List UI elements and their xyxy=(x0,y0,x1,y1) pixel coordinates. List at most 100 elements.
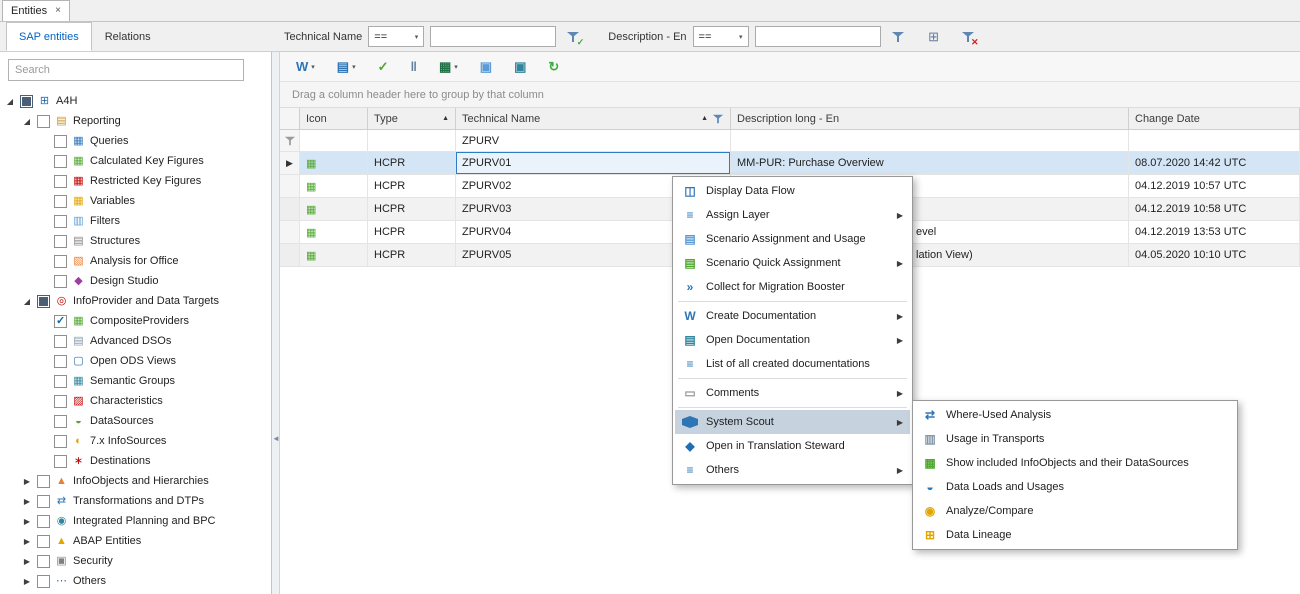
open-documentation-button[interactable]: ▤ ▾ xyxy=(333,55,360,79)
tree-item-7-x-infosources[interactable]: ◐ 7.x InfoSources xyxy=(0,431,271,451)
column-header-description[interactable]: Description long - En xyxy=(731,108,1129,129)
tree-item-infoobjects-and-hierarchies[interactable]: ▶ ▲ InfoObjects and Hierarchies xyxy=(0,471,271,491)
tree-checkbox[interactable] xyxy=(54,175,67,188)
edit-check-button[interactable]: ✓ xyxy=(374,55,393,79)
filter-edit-button[interactable]: ✓ xyxy=(562,26,584,48)
column-filter-icon[interactable] xyxy=(713,113,723,123)
tree-checkbox[interactable] xyxy=(54,315,67,328)
menu-item-open-in-translation-steward[interactable]: ◆ Open in Translation Steward xyxy=(675,434,910,458)
menu-item-show-included-infoobjects-and-their-datasources[interactable]: ▦ Show included InfoObjects and their Da… xyxy=(915,451,1235,475)
menu-item-collect-for-migration-booster[interactable]: » Collect for Migration Booster xyxy=(675,275,910,299)
expand-arrow-icon[interactable]: ◢ xyxy=(21,117,33,126)
clear-filter-button[interactable]: ✕ xyxy=(957,26,979,48)
cell-technical-name[interactable]: ZPURV01 xyxy=(456,152,731,174)
column-header-technical-name[interactable]: Technical Name ▲ xyxy=(456,108,731,129)
tree-item-a4h[interactable]: ◢ ⊞ A4H xyxy=(0,91,271,111)
technical-name-filter-input[interactable] xyxy=(430,26,556,47)
tree-checkbox[interactable] xyxy=(54,415,67,428)
close-tab-icon[interactable]: × xyxy=(55,6,61,16)
tree-item-datasources[interactable]: ◒ DataSources xyxy=(0,411,271,431)
expand-arrow-icon[interactable]: ◢ xyxy=(21,297,33,306)
tree-item-design-studio[interactable]: ◆ Design Studio xyxy=(0,271,271,291)
tree-item-security[interactable]: ▶ ▣ Security xyxy=(0,551,271,571)
tree-checkbox[interactable] xyxy=(37,515,50,528)
tree-checkbox[interactable] xyxy=(54,375,67,388)
chevron-down-icon[interactable]: ▾ xyxy=(352,63,356,71)
technical-name-operator-select[interactable]: == ▾ xyxy=(368,26,424,47)
menu-item-display-data-flow[interactable]: ◫ Display Data Flow xyxy=(675,179,910,203)
tree-checkbox[interactable] xyxy=(54,275,67,288)
tree-item-queries[interactable]: ▦ Queries xyxy=(0,131,271,151)
expand-arrow-icon[interactable]: ▶ xyxy=(21,577,33,586)
tree-checkbox[interactable] xyxy=(54,155,67,168)
chevron-down-icon[interactable]: ▾ xyxy=(454,63,458,71)
columns-button[interactable]: ‖ xyxy=(407,55,421,79)
tree-checkbox[interactable] xyxy=(54,395,67,408)
export-button[interactable]: ▦ ▾ xyxy=(435,55,462,79)
menu-item-data-lineage[interactable]: ⊞ Data Lineage xyxy=(915,523,1235,547)
menu-item-scenario-assignment-and-usage[interactable]: ▤ Scenario Assignment and Usage xyxy=(675,227,910,251)
tree-item-destinations[interactable]: ∗ Destinations xyxy=(0,451,271,471)
expand-arrow-icon[interactable]: ◢ xyxy=(4,97,16,106)
menu-item-create-documentation[interactable]: W Create Documentation ▶ xyxy=(675,304,910,328)
tree-checkbox[interactable] xyxy=(54,215,67,228)
tree-item-abap-entities[interactable]: ▶ ▲ ABAP Entities xyxy=(0,531,271,551)
group-by-panel[interactable]: Drag a column header here to group by th… xyxy=(280,82,1300,108)
tree-checkbox[interactable] xyxy=(37,115,50,128)
expand-arrow-icon[interactable]: ▶ xyxy=(21,517,33,526)
tree-checkbox[interactable] xyxy=(54,435,67,448)
tree-checkbox[interactable] xyxy=(54,455,67,468)
tree-checkbox[interactable] xyxy=(54,335,67,348)
tree-item-analysis-for-office[interactable]: ▧ Analysis for Office xyxy=(0,251,271,271)
search-input[interactable] xyxy=(8,59,244,81)
panel-splitter[interactable]: ◄ xyxy=(272,52,280,594)
filter-cell-type[interactable] xyxy=(368,130,456,151)
tab-relations[interactable]: Relations xyxy=(92,22,164,51)
expand-arrow-icon[interactable]: ▶ xyxy=(21,537,33,546)
description-operator-select[interactable]: == ▾ xyxy=(693,26,749,47)
filter-cell-change-date[interactable] xyxy=(1129,130,1300,151)
tree-checkbox[interactable] xyxy=(37,555,50,568)
menu-item-assign-layer[interactable]: ≡ Assign Layer ▶ xyxy=(675,203,910,227)
column-header-type[interactable]: Type ▲ xyxy=(368,108,456,129)
tree-item-structures[interactable]: ▤ Structures xyxy=(0,231,271,251)
menu-item-list-of-all-created-documentations[interactable]: ≡ List of all created documentations xyxy=(675,352,910,376)
filter-panel-button[interactable]: ⊞ xyxy=(923,26,945,48)
menu-item-where-used-analysis[interactable]: ⇄ Where-Used Analysis xyxy=(915,403,1235,427)
menu-item-open-documentation[interactable]: ▤ Open Documentation ▶ xyxy=(675,328,910,352)
tree-item-reporting[interactable]: ◢ ▤ Reporting xyxy=(0,111,271,131)
copy-button[interactable]: ▣ xyxy=(476,55,496,79)
tree-item-compositeproviders[interactable]: ▦ CompositeProviders xyxy=(0,311,271,331)
expand-arrow-icon[interactable]: ▶ xyxy=(21,497,33,506)
tree-checkbox[interactable] xyxy=(54,135,67,148)
expand-arrow-icon[interactable]: ▶ xyxy=(21,477,33,486)
copy-grid-button[interactable]: ▣ xyxy=(510,55,530,79)
apply-filter-button[interactable] xyxy=(887,26,909,48)
menu-item-analyze-compare[interactable]: ◉ Analyze/Compare xyxy=(915,499,1235,523)
tab-entities[interactable]: Entities × xyxy=(2,0,70,21)
tree-item-calculated-key-figures[interactable]: ▦ Calculated Key Figures xyxy=(0,151,271,171)
tree-checkbox[interactable] xyxy=(54,255,67,268)
menu-item-data-loads-and-usages[interactable]: ◒ Data Loads and Usages xyxy=(915,475,1235,499)
expand-arrow-icon[interactable]: ▶ xyxy=(21,557,33,566)
menu-item-others[interactable]: ≡ Others ▶ xyxy=(675,458,910,482)
tree-item-transformations-and-dtps[interactable]: ▶ ⇄ Transformations and DTPs xyxy=(0,491,271,511)
tree-checkbox[interactable] xyxy=(37,495,50,508)
tree-checkbox[interactable] xyxy=(54,235,67,248)
tree-item-advanced-dsos[interactable]: ▤ Advanced DSOs xyxy=(0,331,271,351)
tree-item-restricted-key-figures[interactable]: ▦ Restricted Key Figures xyxy=(0,171,271,191)
column-header-icon[interactable]: Icon xyxy=(300,108,368,129)
menu-item-comments[interactable]: ▭ Comments ▶ xyxy=(675,381,910,405)
tree-checkbox[interactable] xyxy=(37,535,50,548)
tree-checkbox[interactable] xyxy=(37,475,50,488)
tree-item-characteristics[interactable]: ▨ Characteristics xyxy=(0,391,271,411)
table-row[interactable]: ▶ ▦ HCPR ZPURV01 MM-PUR: Purchase Overvi… xyxy=(280,152,1300,175)
refresh-button[interactable]: ↻ xyxy=(544,55,563,79)
chevron-down-icon[interactable]: ▾ xyxy=(311,63,315,71)
tree-item-others[interactable]: ▶ ⋯ Others xyxy=(0,571,271,591)
tree-checkbox[interactable] xyxy=(20,95,33,108)
tree-checkbox[interactable] xyxy=(54,355,67,368)
tree-checkbox[interactable] xyxy=(37,575,50,588)
menu-item-system-scout[interactable]: System Scout ▶ xyxy=(675,410,910,434)
tree-item-integrated-planning-and-bpc[interactable]: ▶ ◉ Integrated Planning and BPC xyxy=(0,511,271,531)
